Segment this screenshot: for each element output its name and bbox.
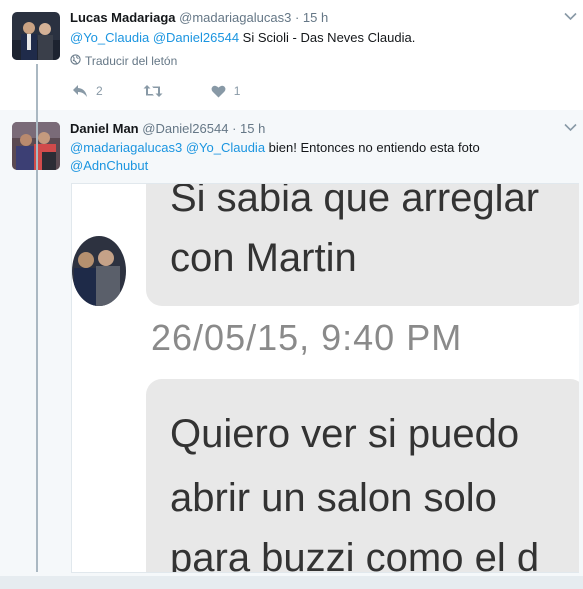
timestamp[interactable]: 15 h	[240, 121, 265, 136]
translate-label: Traducir del letón	[85, 54, 178, 68]
reply-count: 2	[96, 84, 103, 98]
bubble-2-line-3: para buzzi como el d	[170, 536, 540, 573]
tweet-text-segment: Si Scioli - Das Neves Claudia.	[239, 30, 416, 45]
mention-link[interactable]: @Daniel26544	[153, 30, 239, 45]
translate-link[interactable]: Traducir del letón	[70, 54, 177, 68]
tweet-header: Lucas Madariaga @madariagalucas3 · 15 h	[70, 10, 328, 25]
tweet-text-line-2: @AdnChubut	[70, 157, 148, 175]
chat-timestamp: 26/05/15, 9:40 PM	[151, 317, 463, 358]
bubble-2-line-2: abrir un salon solo	[170, 476, 497, 520]
like-button[interactable]: 1	[211, 84, 241, 98]
reply-icon	[72, 84, 88, 98]
mention-link[interactable]: @AdnChubut	[70, 158, 148, 173]
like-count: 1	[233, 84, 241, 98]
attached-photo[interactable]: Si sabia que arreglar con Martin 26/05/1…	[71, 183, 579, 573]
reply-button[interactable]: 2	[72, 84, 103, 98]
chevron-down-icon[interactable]	[564, 120, 577, 135]
retweet-button[interactable]	[143, 84, 171, 98]
chat-avatar	[72, 236, 126, 306]
tweet-text-segment: bien! Entonces no entiendo esta foto	[265, 140, 480, 155]
mention-link[interactable]: @Yo_Claudia	[70, 30, 149, 45]
avatar[interactable]	[12, 12, 60, 60]
bubble-2-line-1: Quiero ver si puedo	[170, 412, 520, 456]
like-icon	[211, 85, 226, 98]
tweet-lucas[interactable]: Lucas Madariaga @madariagalucas3 · 15 h …	[0, 0, 583, 110]
bubble-1-line-2: con Martin	[170, 236, 357, 280]
globe-icon	[70, 54, 81, 68]
tweet-text-line-1: @madariagalucas3 @Yo_Claudia bien! Enton…	[70, 139, 480, 157]
bubble-1-line-1: Si sabia que arreglar	[170, 183, 540, 220]
tweet-actions: 2 1	[72, 84, 280, 98]
retweet-icon	[143, 84, 163, 98]
username[interactable]: @madariagalucas3	[179, 10, 291, 25]
footer-strip	[0, 576, 583, 589]
mention-link[interactable]: @Yo_Claudia	[186, 140, 265, 155]
username[interactable]: @Daniel26544	[142, 121, 228, 136]
tweet-text: @Yo_Claudia @Daniel26544 Si Scioli - Das…	[70, 29, 415, 47]
separator-dot: ·	[294, 10, 300, 25]
fullname[interactable]: Daniel Man	[70, 121, 139, 136]
timestamp[interactable]: 15 h	[303, 10, 328, 25]
fullname[interactable]: Lucas Madariaga	[70, 10, 176, 25]
mention-link[interactable]: @madariagalucas3	[70, 140, 182, 155]
thread-connector	[36, 64, 38, 572]
tweet-header: Daniel Man @Daniel26544 · 15 h	[70, 121, 265, 136]
separator-dot: ·	[232, 121, 237, 136]
chevron-down-icon[interactable]	[564, 9, 577, 24]
